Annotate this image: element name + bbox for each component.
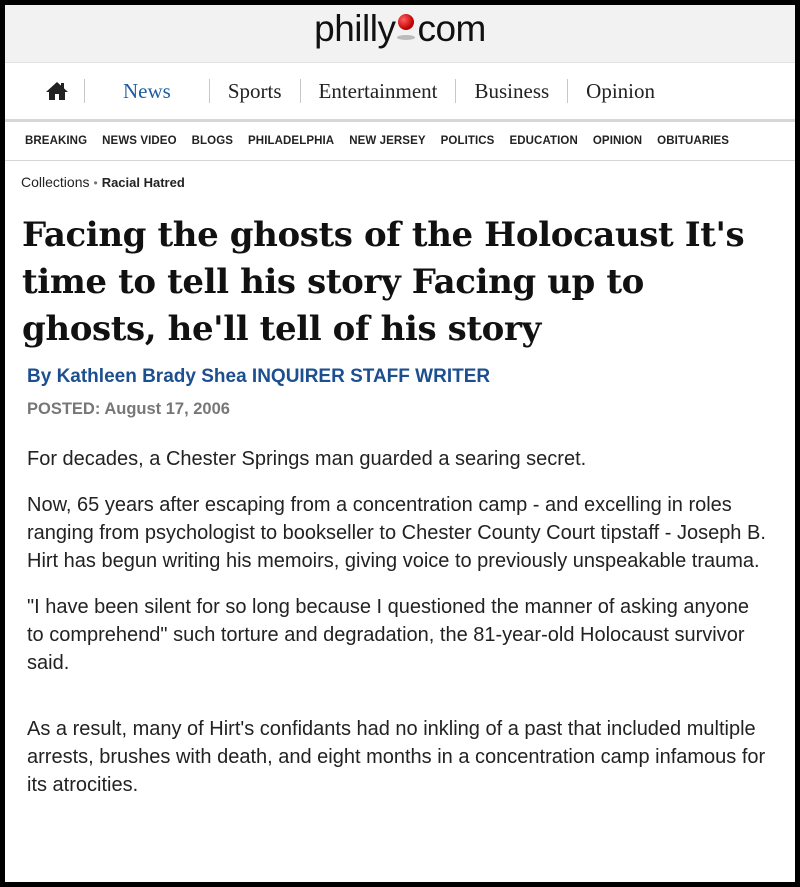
subnav-item-philadelphia[interactable]: PHILADELPHIA xyxy=(248,135,334,147)
article-headline: Facing the ghosts of the Holocaust It's … xyxy=(22,215,745,349)
article-paragraph: Now, 65 years after escaping from a conc… xyxy=(27,494,766,572)
subnav-item-blogs[interactable]: BLOGS xyxy=(192,135,233,147)
breadcrumb-root[interactable]: Collections xyxy=(21,174,89,190)
logo-text-left: philly xyxy=(314,8,396,49)
nav-divider xyxy=(208,79,210,103)
nav-item-entertainment[interactable]: Entertainment xyxy=(319,79,438,104)
article-body: For decades, a Chester Springs man guard… xyxy=(5,419,795,799)
subnav-item-news-video[interactable]: NEWS VIDEO xyxy=(102,135,176,147)
article-paragraph: "I have been silent for so long because … xyxy=(27,596,750,674)
nav-divider xyxy=(455,79,457,103)
nav-item-business[interactable]: Business xyxy=(474,79,549,104)
nav-item-news[interactable]: News xyxy=(123,79,171,104)
nav-item-sports[interactable]: Sports xyxy=(228,79,282,104)
breadcrumb: Collections • Racial Hatred xyxy=(5,161,795,198)
page-frame: philly com News Sports Entertainment Busi… xyxy=(5,5,795,882)
site-logo[interactable]: philly com xyxy=(314,7,486,51)
subnav-item-new-jersey[interactable]: NEW JERSEY xyxy=(349,135,425,147)
home-icon[interactable] xyxy=(45,80,69,102)
subnav-item-opinion[interactable]: OPINION xyxy=(593,135,642,147)
posted-line: POSTED: August 17, 2006 xyxy=(5,388,795,419)
article-paragraph: For decades, a Chester Springs man guard… xyxy=(27,448,587,470)
breadcrumb-separator: • xyxy=(93,176,98,190)
nav-item-opinion[interactable]: Opinion xyxy=(586,79,655,104)
pin-icon xyxy=(395,11,417,41)
article-paragraph: As a result, many of Hirt's confidants h… xyxy=(27,718,766,796)
posted-date: August 17, 2006 xyxy=(104,400,230,418)
subnav-item-breaking[interactable]: BREAKING xyxy=(25,135,87,147)
sub-nav: BREAKING NEWS VIDEO BLOGS PHILADELPHIA N… xyxy=(5,122,795,161)
breadcrumb-current[interactable]: Racial Hatred xyxy=(102,175,185,190)
logo-text-right: com xyxy=(417,8,486,49)
posted-label: POSTED: xyxy=(27,400,101,418)
nav-divider xyxy=(567,79,569,103)
subnav-item-obituaries[interactable]: OBITUARIES xyxy=(657,135,729,147)
site-header: philly com xyxy=(5,5,795,63)
nav-divider xyxy=(299,79,301,103)
subnav-item-politics[interactable]: POLITICS xyxy=(441,135,495,147)
nav-divider xyxy=(84,79,85,103)
article-byline: By Kathleen Brady Shea INQUIRER STAFF WR… xyxy=(27,366,491,387)
subnav-item-education[interactable]: EDUCATION xyxy=(509,135,577,147)
main-nav: News Sports Entertainment Business Opini… xyxy=(5,63,795,122)
